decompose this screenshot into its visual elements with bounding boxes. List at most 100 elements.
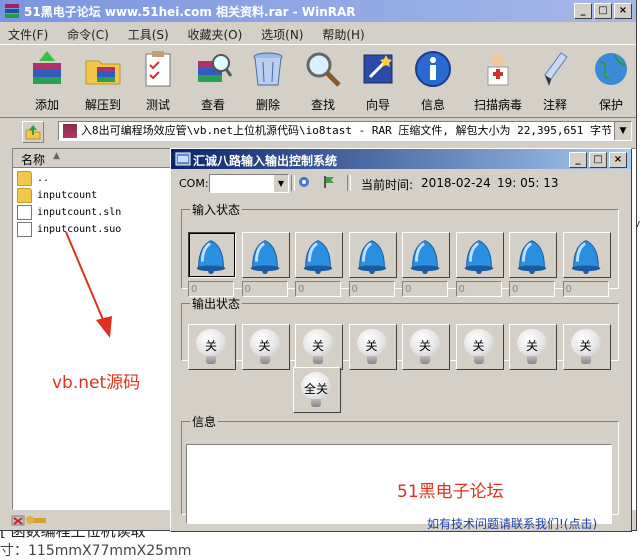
com-port-select[interactable]: ▼ — [209, 174, 289, 193]
menu-commands[interactable]: 命令(C) — [59, 23, 116, 43]
bell-icon — [357, 240, 386, 275]
toolbar-info-button[interactable]: 信息 — [406, 49, 460, 113]
input-3-button[interactable] — [295, 232, 343, 278]
input-8-button[interactable] — [562, 232, 611, 278]
toolbar-add-button[interactable]: 添加 — [20, 49, 74, 113]
app-title-bar[interactable]: 汇诚八路输入输出控制系统 _ □ × — [171, 149, 631, 169]
view-book-icon — [198, 54, 233, 82]
output-2-button[interactable]: 关 — [241, 324, 290, 370]
contact-help-link[interactable]: 如有技术问题请联系我们!(点击) — [427, 515, 597, 532]
toolbar-label: 信息 — [420, 98, 445, 112]
winrar-maximize-button[interactable]: □ — [594, 3, 612, 19]
toolbar-protect-button[interactable]: 保护 — [584, 49, 638, 113]
output-7-button[interactable]: 关 — [509, 324, 557, 370]
winrar-minimize-button[interactable]: _ — [574, 3, 592, 19]
input-1-button[interactable] — [188, 232, 236, 278]
app-maximize-button[interactable]: □ — [589, 152, 607, 168]
toolbar-test-button[interactable]: 测试 — [131, 49, 185, 113]
output-8-button[interactable]: 关 — [562, 324, 611, 370]
toolbar-label: 测试 — [145, 98, 170, 112]
output-3-button[interactable]: 关 — [295, 324, 343, 370]
toolbar-extract-button[interactable]: 解压到 — [76, 49, 130, 113]
bulb-base — [366, 356, 377, 364]
bulb-base — [259, 356, 270, 364]
bell-icon — [410, 240, 440, 275]
bulb-base — [311, 399, 321, 407]
output-3-label: 关 — [311, 339, 324, 353]
current-clock: 19: 05: 13 — [497, 176, 559, 190]
address-combobox[interactable]: 入8出可编程场效应管\vb.net上位机源代码\io8tast - RAR 压缩… — [58, 121, 632, 141]
column-header-name[interactable]: 名称 ▲ — [13, 149, 174, 168]
flag-button[interactable] — [321, 175, 335, 189]
toolbar-label: 查看 — [200, 98, 225, 112]
winrar-toolbar: 添加 解压到 测试 查看 删除 查找 向导 信息 扫描病毒 注释 保护 — [0, 44, 636, 118]
output-6-label: 关 — [472, 339, 485, 353]
output-status-legend: 输出状态 — [192, 297, 241, 311]
input-status-group: 输入状态 00000000 — [181, 201, 619, 297]
winrar-title-bar[interactable]: 51黑电子论坛 www.51hei.com 相关资料.rar - WinRAR … — [0, 0, 636, 22]
bulb-base — [206, 356, 216, 364]
input-6-button[interactable] — [455, 232, 504, 278]
bulb-base — [473, 356, 484, 364]
file-name: inputcount.suo — [37, 224, 122, 235]
input-7-button[interactable] — [509, 232, 557, 278]
info-legend: 信息 — [192, 415, 217, 429]
input-4-button[interactable] — [348, 232, 397, 278]
app-toolbar: COM: ▼ 当前时间: 2018-02-24 19: 05: 13 — [175, 173, 627, 195]
app-close-button[interactable]: × — [609, 152, 627, 168]
bulb-base — [580, 356, 591, 364]
toolbar-delete-button[interactable]: 删除 — [241, 49, 295, 113]
sort-up-icon: ▲ — [53, 151, 60, 161]
extract-folder-icon — [85, 60, 121, 85]
output-6-button[interactable]: 关 — [455, 324, 504, 370]
menu-favorites[interactable]: 收藏夹(O) — [180, 23, 250, 43]
file-name: .. — [37, 173, 50, 184]
doctor-icon — [487, 53, 509, 86]
winrar-address-bar: 入8出可编程场效应管\vb.net上位机源代码\io8tast - RAR 压缩… — [0, 118, 636, 144]
output-1-button[interactable]: 关 — [188, 324, 236, 370]
magnifier-icon — [306, 52, 341, 87]
menu-tools[interactable]: 工具(S) — [120, 23, 176, 43]
all-off-button[interactable]: 全关 — [293, 367, 341, 413]
toolbar-label: 解压到 — [84, 98, 121, 112]
output-4-button[interactable]: 关 — [348, 324, 397, 370]
file-name: inputcount — [37, 190, 98, 201]
menu-options[interactable]: 选项(N) — [253, 23, 310, 43]
toolbar-label: 添加 — [34, 98, 59, 112]
toolbar-separator — [291, 175, 295, 191]
pen-icon — [544, 52, 568, 87]
toolbar-view-button[interactable]: 查看 — [186, 49, 240, 113]
up-folder-button[interactable] — [22, 121, 44, 143]
address-dropdown-button[interactable]: ▼ — [614, 122, 631, 140]
toolbar-scan-virus-button[interactable]: 扫描病毒 — [468, 49, 528, 113]
winrar-app-icon — [5, 4, 19, 18]
output-7-label: 关 — [525, 339, 538, 353]
bell-icon — [464, 240, 493, 275]
bulb-base — [313, 356, 323, 364]
input-2-button[interactable] — [241, 232, 290, 278]
connect-button[interactable] — [297, 175, 311, 189]
file-icon — [17, 222, 32, 237]
app-minimize-button[interactable]: _ — [569, 152, 587, 168]
winrar-close-button[interactable]: × — [614, 3, 632, 19]
output-5-button[interactable]: 关 — [402, 324, 450, 370]
winrar-menu-bar: 文件(F) 命令(C) 工具(S) 收藏夹(O) 选项(N) 帮助(H) — [0, 23, 636, 43]
file-row[interactable]: inputcount — [17, 188, 97, 205]
bell-icon — [517, 240, 547, 275]
bell-icon — [571, 240, 600, 275]
info-icon — [415, 51, 451, 87]
menu-help[interactable]: 帮助(H) — [314, 23, 371, 43]
file-row[interactable]: .. — [17, 171, 49, 188]
menu-file[interactable]: 文件(F) — [0, 23, 55, 43]
bulb-base — [420, 356, 430, 364]
up-arrow-icon — [25, 125, 41, 140]
com-label: COM: — [179, 177, 209, 190]
toolbar-comment-button[interactable]: 注释 — [528, 49, 582, 113]
toolbar-wizard-button[interactable]: 向导 — [351, 49, 405, 113]
file-row[interactable]: inputcount.suo — [17, 222, 121, 239]
bell-icon — [303, 240, 333, 275]
toolbar-label: 删除 — [255, 98, 280, 112]
toolbar-find-button[interactable]: 查找 — [296, 49, 350, 113]
input-5-button[interactable] — [402, 232, 450, 278]
file-row[interactable]: inputcount.sln — [17, 205, 121, 222]
